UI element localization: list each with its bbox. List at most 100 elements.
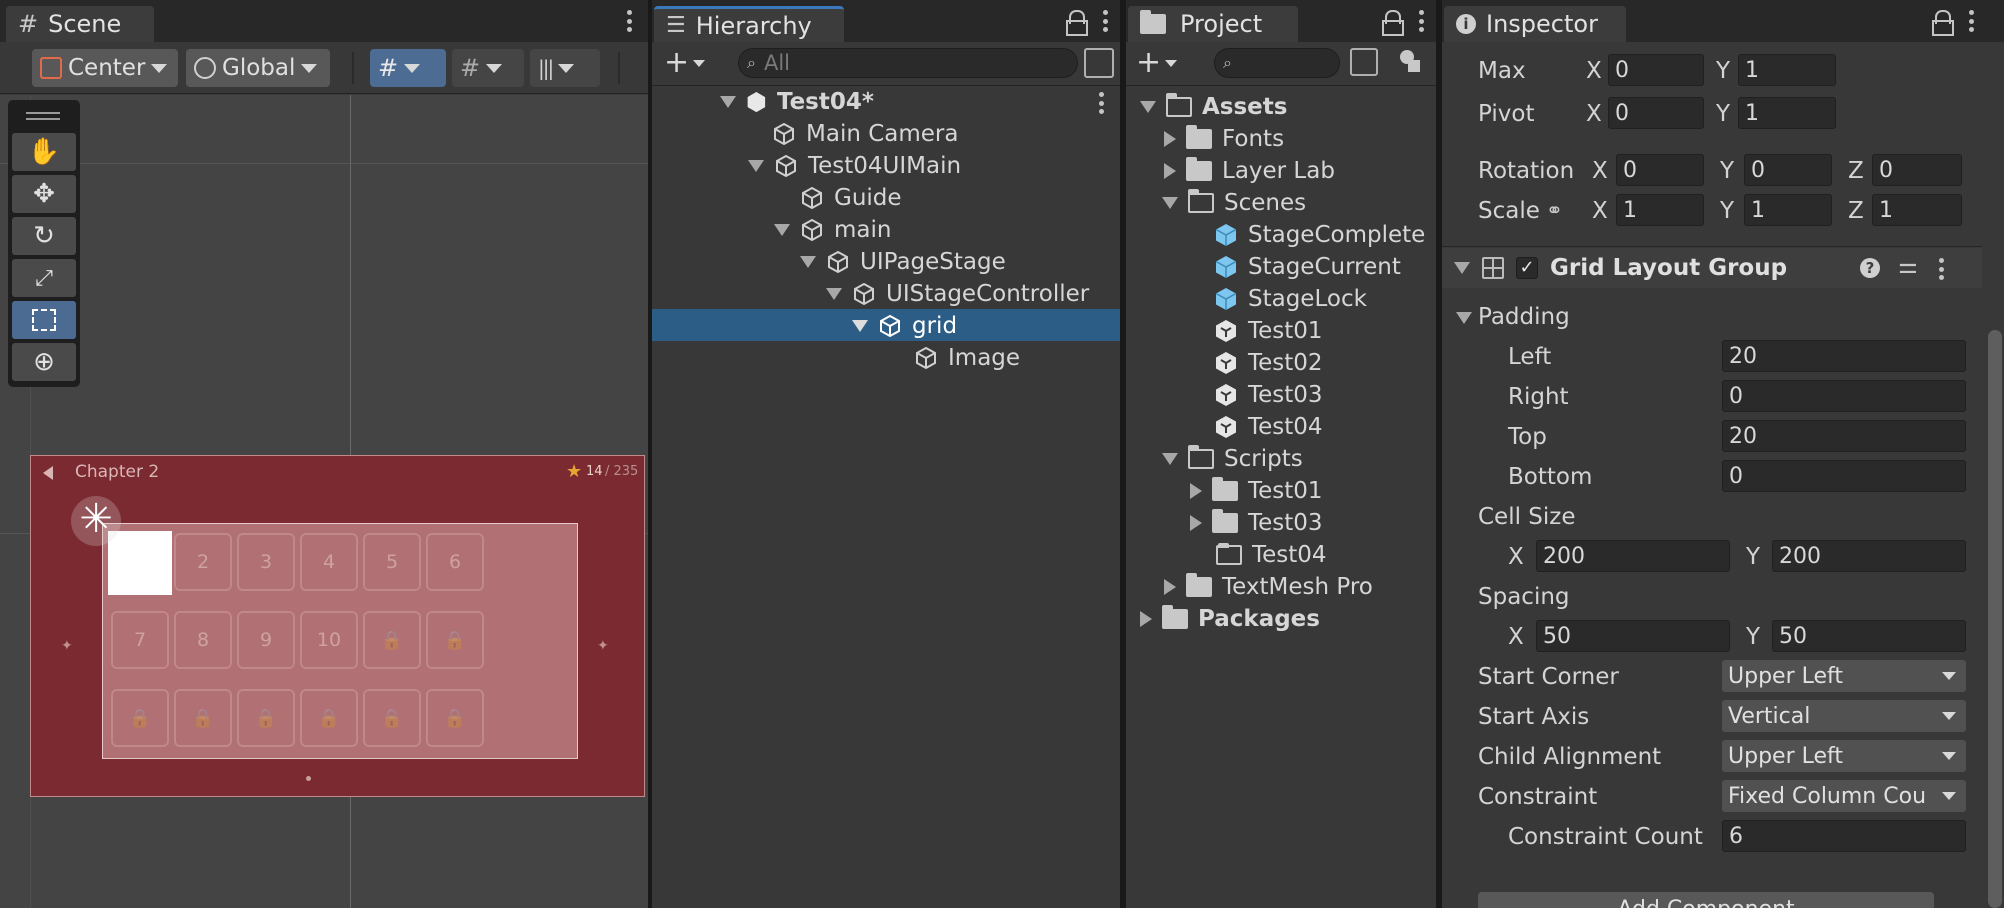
scale-z-field[interactable]: 1 xyxy=(1872,194,1962,226)
project-item[interactable]: Test01 xyxy=(1214,315,1323,347)
padding-foldout-icon[interactable] xyxy=(1456,312,1472,324)
expand-arrow-icon[interactable] xyxy=(1140,101,1156,113)
tools-drag-handle[interactable] xyxy=(26,112,60,120)
search-options-button[interactable] xyxy=(1084,48,1114,78)
project-item[interactable]: StageComplete xyxy=(1214,219,1425,251)
spacing-x-field[interactable]: 50 xyxy=(1536,620,1730,652)
rotate-tool-button[interactable]: ↻ xyxy=(12,217,76,255)
help-icon[interactable]: ? xyxy=(1860,258,1880,278)
locked-stage-cell[interactable]: 🔒 xyxy=(363,689,421,747)
locked-stage-cell[interactable]: 🔒 xyxy=(300,689,358,747)
hierarchy-item[interactable]: Guide xyxy=(800,182,902,214)
rotation-x-field[interactable]: 0 xyxy=(1616,154,1704,186)
expand-arrow-icon[interactable] xyxy=(1164,131,1176,147)
more-options-icon[interactable] xyxy=(1102,10,1108,32)
project-item[interactable]: TextMesh Pro xyxy=(1164,571,1373,603)
spacing-y-field[interactable]: 50 xyxy=(1772,620,1966,652)
tab-scene[interactable]: # Scene xyxy=(6,6,154,42)
add-component-button[interactable]: Add Component xyxy=(1478,892,1934,908)
project-item[interactable]: Test01 xyxy=(1190,475,1323,507)
expand-arrow-icon[interactable] xyxy=(774,224,790,236)
expand-arrow-icon[interactable] xyxy=(748,160,764,172)
expand-arrow-icon[interactable] xyxy=(720,96,736,108)
stage-cell[interactable]: 8 xyxy=(174,611,232,669)
transform-tool-button[interactable]: ⊕ xyxy=(12,343,76,381)
cell-size-x-field[interactable]: 200 xyxy=(1536,540,1730,572)
expand-arrow-icon[interactable] xyxy=(1164,579,1176,595)
expand-arrow-icon[interactable] xyxy=(800,256,816,268)
tab-project[interactable]: Project xyxy=(1128,6,1298,42)
project-item[interactable]: Scenes xyxy=(1162,187,1306,219)
pivot-y-field[interactable]: 1 xyxy=(1738,97,1836,129)
hierarchy-item[interactable]: UIPageStage xyxy=(800,246,1006,278)
project-item[interactable]: Layer Lab xyxy=(1164,155,1335,187)
stage-cell[interactable]: 7 xyxy=(111,611,169,669)
hierarchy-item[interactable]: main xyxy=(774,214,891,246)
create-button[interactable]: + xyxy=(1136,48,1190,78)
padding-right-field[interactable]: 0 xyxy=(1722,380,1966,412)
expand-arrow-icon[interactable] xyxy=(1164,163,1176,179)
project-item[interactable]: Assets xyxy=(1140,91,1287,123)
project-item[interactable]: Scripts xyxy=(1162,443,1303,475)
create-button[interactable]: + xyxy=(664,48,718,78)
more-options-icon[interactable] xyxy=(1418,10,1424,32)
scene-more-options-icon[interactable] xyxy=(1098,92,1104,114)
constraint-count-field[interactable]: 6 xyxy=(1722,820,1966,852)
stage-cell[interactable]: 6 xyxy=(426,533,484,591)
locked-stage-cell[interactable]: 🔒 xyxy=(426,611,484,669)
tab-hierarchy[interactable]: ☰ Hierarchy xyxy=(654,6,844,42)
space-dropdown[interactable]: Global xyxy=(186,49,330,87)
hierarchy-item-scene[interactable]: ⬢ Test04* xyxy=(720,86,874,118)
project-search-input[interactable]: ⌕ xyxy=(1214,48,1340,78)
cell-size-y-field[interactable]: 200 xyxy=(1772,540,1966,572)
lock-icon[interactable] xyxy=(1066,10,1088,36)
project-item[interactable]: Fonts xyxy=(1164,123,1284,155)
padding-top-field[interactable]: 20 xyxy=(1722,420,1966,452)
hierarchy-item[interactable]: Main Camera xyxy=(772,118,958,150)
presets-icon[interactable]: ⚌ xyxy=(1898,254,1918,279)
expand-arrow-icon[interactable] xyxy=(1190,515,1202,531)
project-item[interactable]: StageCurrent xyxy=(1214,251,1401,283)
grid-snap-toggle[interactable]: # xyxy=(370,49,446,87)
hand-tool-button[interactable]: ✋ xyxy=(12,133,76,171)
constraint-dropdown[interactable]: Fixed Column Cou xyxy=(1722,780,1966,812)
expand-arrow-icon[interactable] xyxy=(852,320,868,332)
locked-stage-cell[interactable]: 🔒 xyxy=(111,689,169,747)
stage-cell[interactable]: 2 xyxy=(174,533,232,591)
locked-stage-cell[interactable]: 🔒 xyxy=(363,611,421,669)
grid-cell-image[interactable] xyxy=(108,531,172,595)
increment-snap-toggle[interactable]: # xyxy=(452,49,524,87)
filter-by-type-button[interactable] xyxy=(1396,48,1424,76)
lock-icon[interactable] xyxy=(1382,10,1404,36)
expand-arrow-icon[interactable] xyxy=(1162,453,1178,465)
ui-canvas[interactable]: Chapter 2 ★ 14 / 235 ✦ ✦ ✳ 12345678910🔒🔒… xyxy=(30,455,645,797)
stage-cell[interactable]: 9 xyxy=(237,611,295,669)
hierarchy-item[interactable]: Test04UIMain xyxy=(748,150,961,182)
expand-arrow-icon[interactable] xyxy=(1190,483,1202,499)
locked-stage-cell[interactable]: 🔒 xyxy=(237,689,295,747)
hierarchy-item[interactable]: Image xyxy=(914,342,1020,374)
rotation-y-field[interactable]: 0 xyxy=(1744,154,1832,186)
locked-stage-cell[interactable]: 🔒 xyxy=(426,689,484,747)
rotation-z-field[interactable]: 0 xyxy=(1872,154,1962,186)
child-alignment-dropdown[interactable]: Upper Left xyxy=(1722,740,1966,772)
project-item[interactable]: Test02 xyxy=(1214,347,1323,379)
component-more-icon[interactable] xyxy=(1938,258,1944,280)
hierarchy-search-input[interactable]: ⌕ All xyxy=(738,48,1078,78)
hierarchy-item-selected[interactable]: grid xyxy=(852,310,957,342)
max-x-field[interactable]: 0 xyxy=(1608,54,1704,86)
scale-y-field[interactable]: 1 xyxy=(1744,194,1832,226)
search-options-button[interactable] xyxy=(1350,48,1378,76)
project-item[interactable]: Test04 xyxy=(1216,539,1327,571)
lock-icon[interactable] xyxy=(1932,10,1954,36)
stage-cell[interactable]: 10 xyxy=(300,611,358,669)
rect-tool-button[interactable] xyxy=(12,301,76,339)
project-item[interactable]: Test04 xyxy=(1214,411,1323,443)
pivot-x-field[interactable]: 0 xyxy=(1608,97,1704,129)
collapse-arrow-icon[interactable] xyxy=(1454,262,1470,274)
hierarchy-item[interactable]: UIStageController xyxy=(826,278,1089,310)
move-tool-button[interactable]: ✥ xyxy=(12,175,76,213)
locked-stage-cell[interactable]: 🔒 xyxy=(174,689,232,747)
more-options-icon[interactable] xyxy=(1968,10,1974,32)
tab-inspector[interactable]: i Inspector xyxy=(1444,6,1626,42)
